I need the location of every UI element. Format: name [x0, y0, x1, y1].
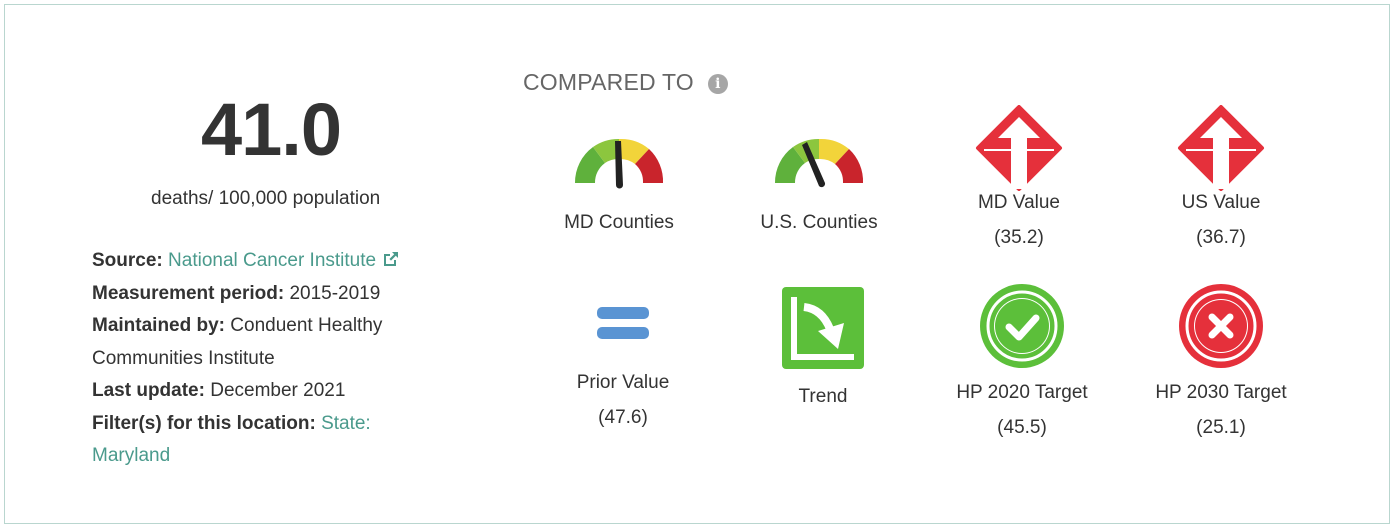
compared-to-heading: COMPARED TO i: [523, 69, 728, 96]
compare-md-counties[interactable]: MD Counties: [519, 117, 719, 235]
compare-us-value[interactable]: US Value (36.7): [1121, 105, 1321, 249]
update-label: Last update:: [92, 380, 205, 401]
compare-value: (45.5): [997, 417, 1047, 438]
maintained-label: Maintained by:: [92, 315, 226, 336]
compare-label: MD Counties: [564, 212, 674, 233]
update-value: December 2021: [210, 380, 346, 401]
indicator-unit: deaths/ 100,000 population: [151, 188, 381, 209]
compare-trend[interactable]: Trend: [723, 287, 923, 409]
period-value: 2015-2019: [289, 282, 381, 304]
period-label: Measurement period:: [92, 282, 285, 304]
source-link[interactable]: National Cancer Institute: [168, 250, 376, 271]
compare-value: (25.1): [1196, 417, 1246, 438]
compare-label: Trend: [798, 386, 848, 407]
red-x-icon: [1121, 283, 1321, 369]
indicator-card: 41.0 deaths/ 100,000 population Source: …: [4, 4, 1390, 524]
compare-prior-value[interactable]: Prior Value (47.6): [523, 285, 723, 429]
compare-md-value[interactable]: MD Value (35.2): [919, 105, 1119, 249]
indicator-value: 41.0: [201, 88, 342, 171]
compare-hp2030[interactable]: HP 2030 Target (25.1): [1121, 283, 1321, 439]
filter-row: Filter(s) for this location: State: Mary…: [92, 408, 452, 473]
compare-us-counties[interactable]: U.S. Counties: [719, 117, 919, 235]
filter-label: Filter(s) for this location:: [92, 412, 316, 434]
compare-label: U.S. Counties: [760, 212, 878, 233]
maintained-row: Maintained by: Conduent Healthy Communit…: [92, 310, 452, 375]
gauge-icon: [719, 125, 919, 211]
compare-label: US Value: [1181, 192, 1261, 213]
indicator-meta: Source: National Cancer Institute Measur…: [92, 245, 452, 473]
compare-label: MD Value: [977, 192, 1060, 213]
source-label: Source:: [92, 250, 163, 271]
period-row: Measurement period: 2015-2019: [92, 278, 452, 311]
compare-value: (36.7): [1196, 227, 1246, 248]
gauge-icon: [519, 125, 719, 211]
info-icon[interactable]: i: [707, 74, 728, 94]
green-check-icon: [922, 283, 1122, 369]
red-up-arrow-icon: [1121, 105, 1321, 191]
red-up-arrow-icon: [919, 105, 1119, 191]
compared-to-title: COMPARED TO: [523, 69, 694, 95]
compare-label: HP 2020 Target: [956, 382, 1088, 403]
compare-label: Prior Value: [576, 372, 670, 393]
update-row: Last update: December 2021: [92, 375, 452, 408]
compare-hp2020[interactable]: HP 2020 Target (45.5): [922, 283, 1122, 439]
equal-icon: [523, 285, 723, 371]
external-link-icon[interactable]: [382, 250, 400, 268]
compare-label: HP 2030 Target: [1155, 382, 1287, 403]
source-row: Source: National Cancer Institute: [92, 245, 452, 278]
compare-value: (35.2): [994, 227, 1044, 248]
trend-down-icon: [723, 287, 923, 373]
compare-value: (47.6): [598, 407, 648, 428]
